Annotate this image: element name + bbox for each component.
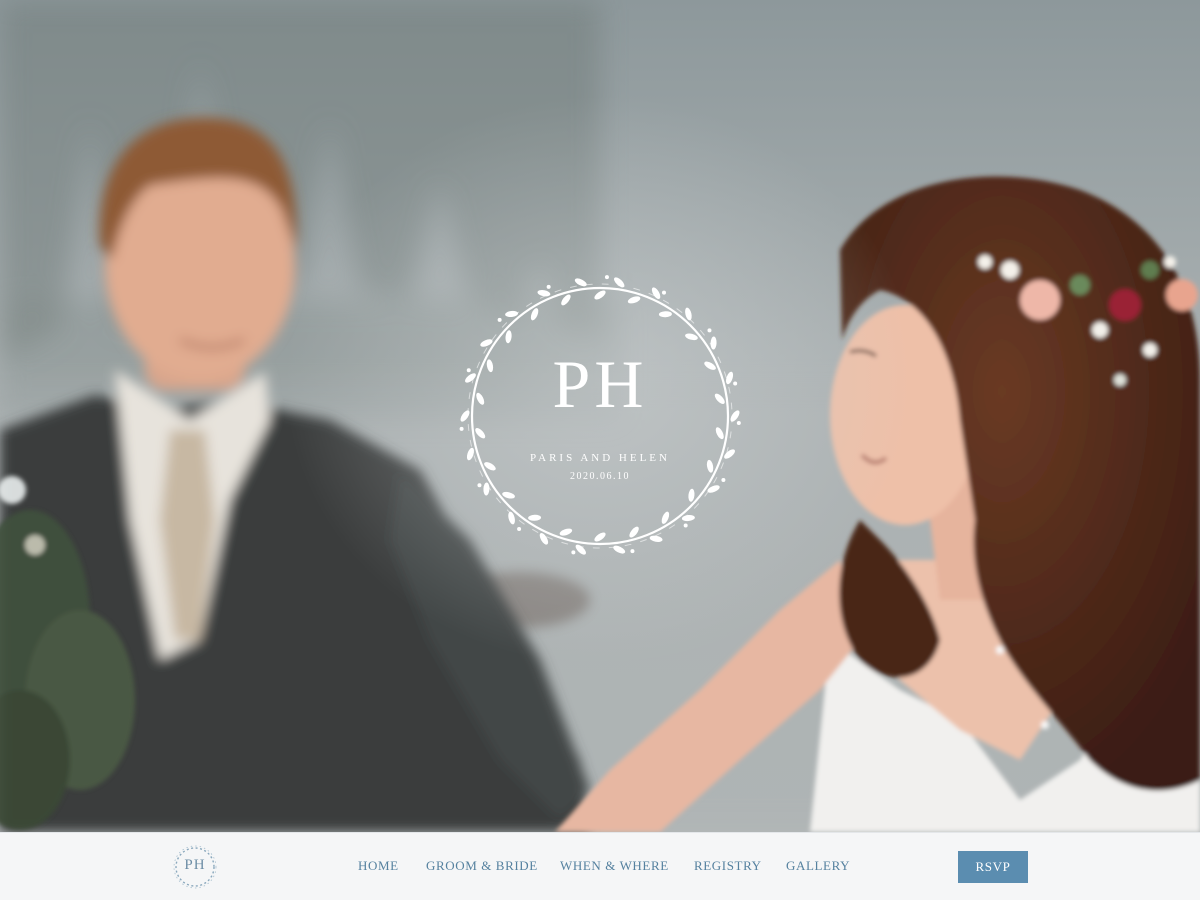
wreath-leaf <box>575 544 586 555</box>
wreath-berry <box>707 328 712 333</box>
wreath-berry <box>630 549 635 554</box>
nav-link-home[interactable]: HOME <box>358 858 399 874</box>
wreath-leaf <box>658 311 672 318</box>
couple-names: PARIS AND HELEN <box>530 452 670 464</box>
wreath-leaf <box>649 535 663 542</box>
wreath-berry <box>459 426 464 431</box>
navigation-bar: PH HOME GROOM & BRIDE WHEN & WHERE REGIS… <box>0 832 1200 900</box>
wreath-leaf <box>559 528 573 536</box>
nav-link-gallery[interactable]: GALLERY <box>786 858 850 874</box>
wreath-leaf <box>475 428 486 439</box>
wedding-date: 2020.06.10 <box>570 471 630 482</box>
wreath-leaf <box>614 277 625 288</box>
hero-emblem: PH PARIS AND HELEN 2020.06.10 <box>450 266 750 566</box>
nav-logo[interactable]: PH <box>172 844 218 890</box>
wreath-leaf <box>508 511 515 525</box>
wreath-leaf <box>537 290 551 297</box>
wreath-leaf <box>483 482 490 496</box>
wreath-berry <box>604 275 609 280</box>
wreath-leaf <box>685 333 698 341</box>
wreath-berry <box>661 290 666 295</box>
nav-link-groom-bride[interactable]: GROOM & BRIDE <box>426 858 538 874</box>
wreath-leaf <box>505 330 512 344</box>
nav-link-registry[interactable]: REGISTRY <box>694 858 762 874</box>
wreath-leaf <box>502 491 515 499</box>
wreath-berry <box>683 523 688 528</box>
rsvp-button[interactable]: RSVP <box>958 851 1028 883</box>
wreath-berry <box>477 483 482 488</box>
wreath-berry <box>497 317 502 322</box>
wreath-berry <box>517 527 522 532</box>
wreath-leaf <box>688 488 695 502</box>
wreath-leaf <box>613 545 626 554</box>
wreath-leaf <box>710 336 717 350</box>
hero-section: PH PARIS AND HELEN 2020.06.10 <box>0 0 1200 832</box>
wreath-leaf <box>594 532 606 542</box>
wreath-berry <box>736 420 741 425</box>
nav-link-when-where[interactable]: WHEN & WHERE <box>560 858 669 874</box>
wreath-leaf <box>627 296 641 304</box>
wreath-leaf <box>594 290 606 300</box>
wreath-berry <box>546 284 551 289</box>
wreath-leaf <box>681 514 695 522</box>
wreath-leaf <box>685 307 692 321</box>
wreath-leaf <box>715 427 724 440</box>
monogram-text: PH <box>552 346 648 422</box>
wreath-berry <box>571 550 576 555</box>
wreath-leaf <box>505 310 519 318</box>
wreath-leaf <box>528 514 542 521</box>
nav-logo-monogram: PH <box>184 857 206 873</box>
